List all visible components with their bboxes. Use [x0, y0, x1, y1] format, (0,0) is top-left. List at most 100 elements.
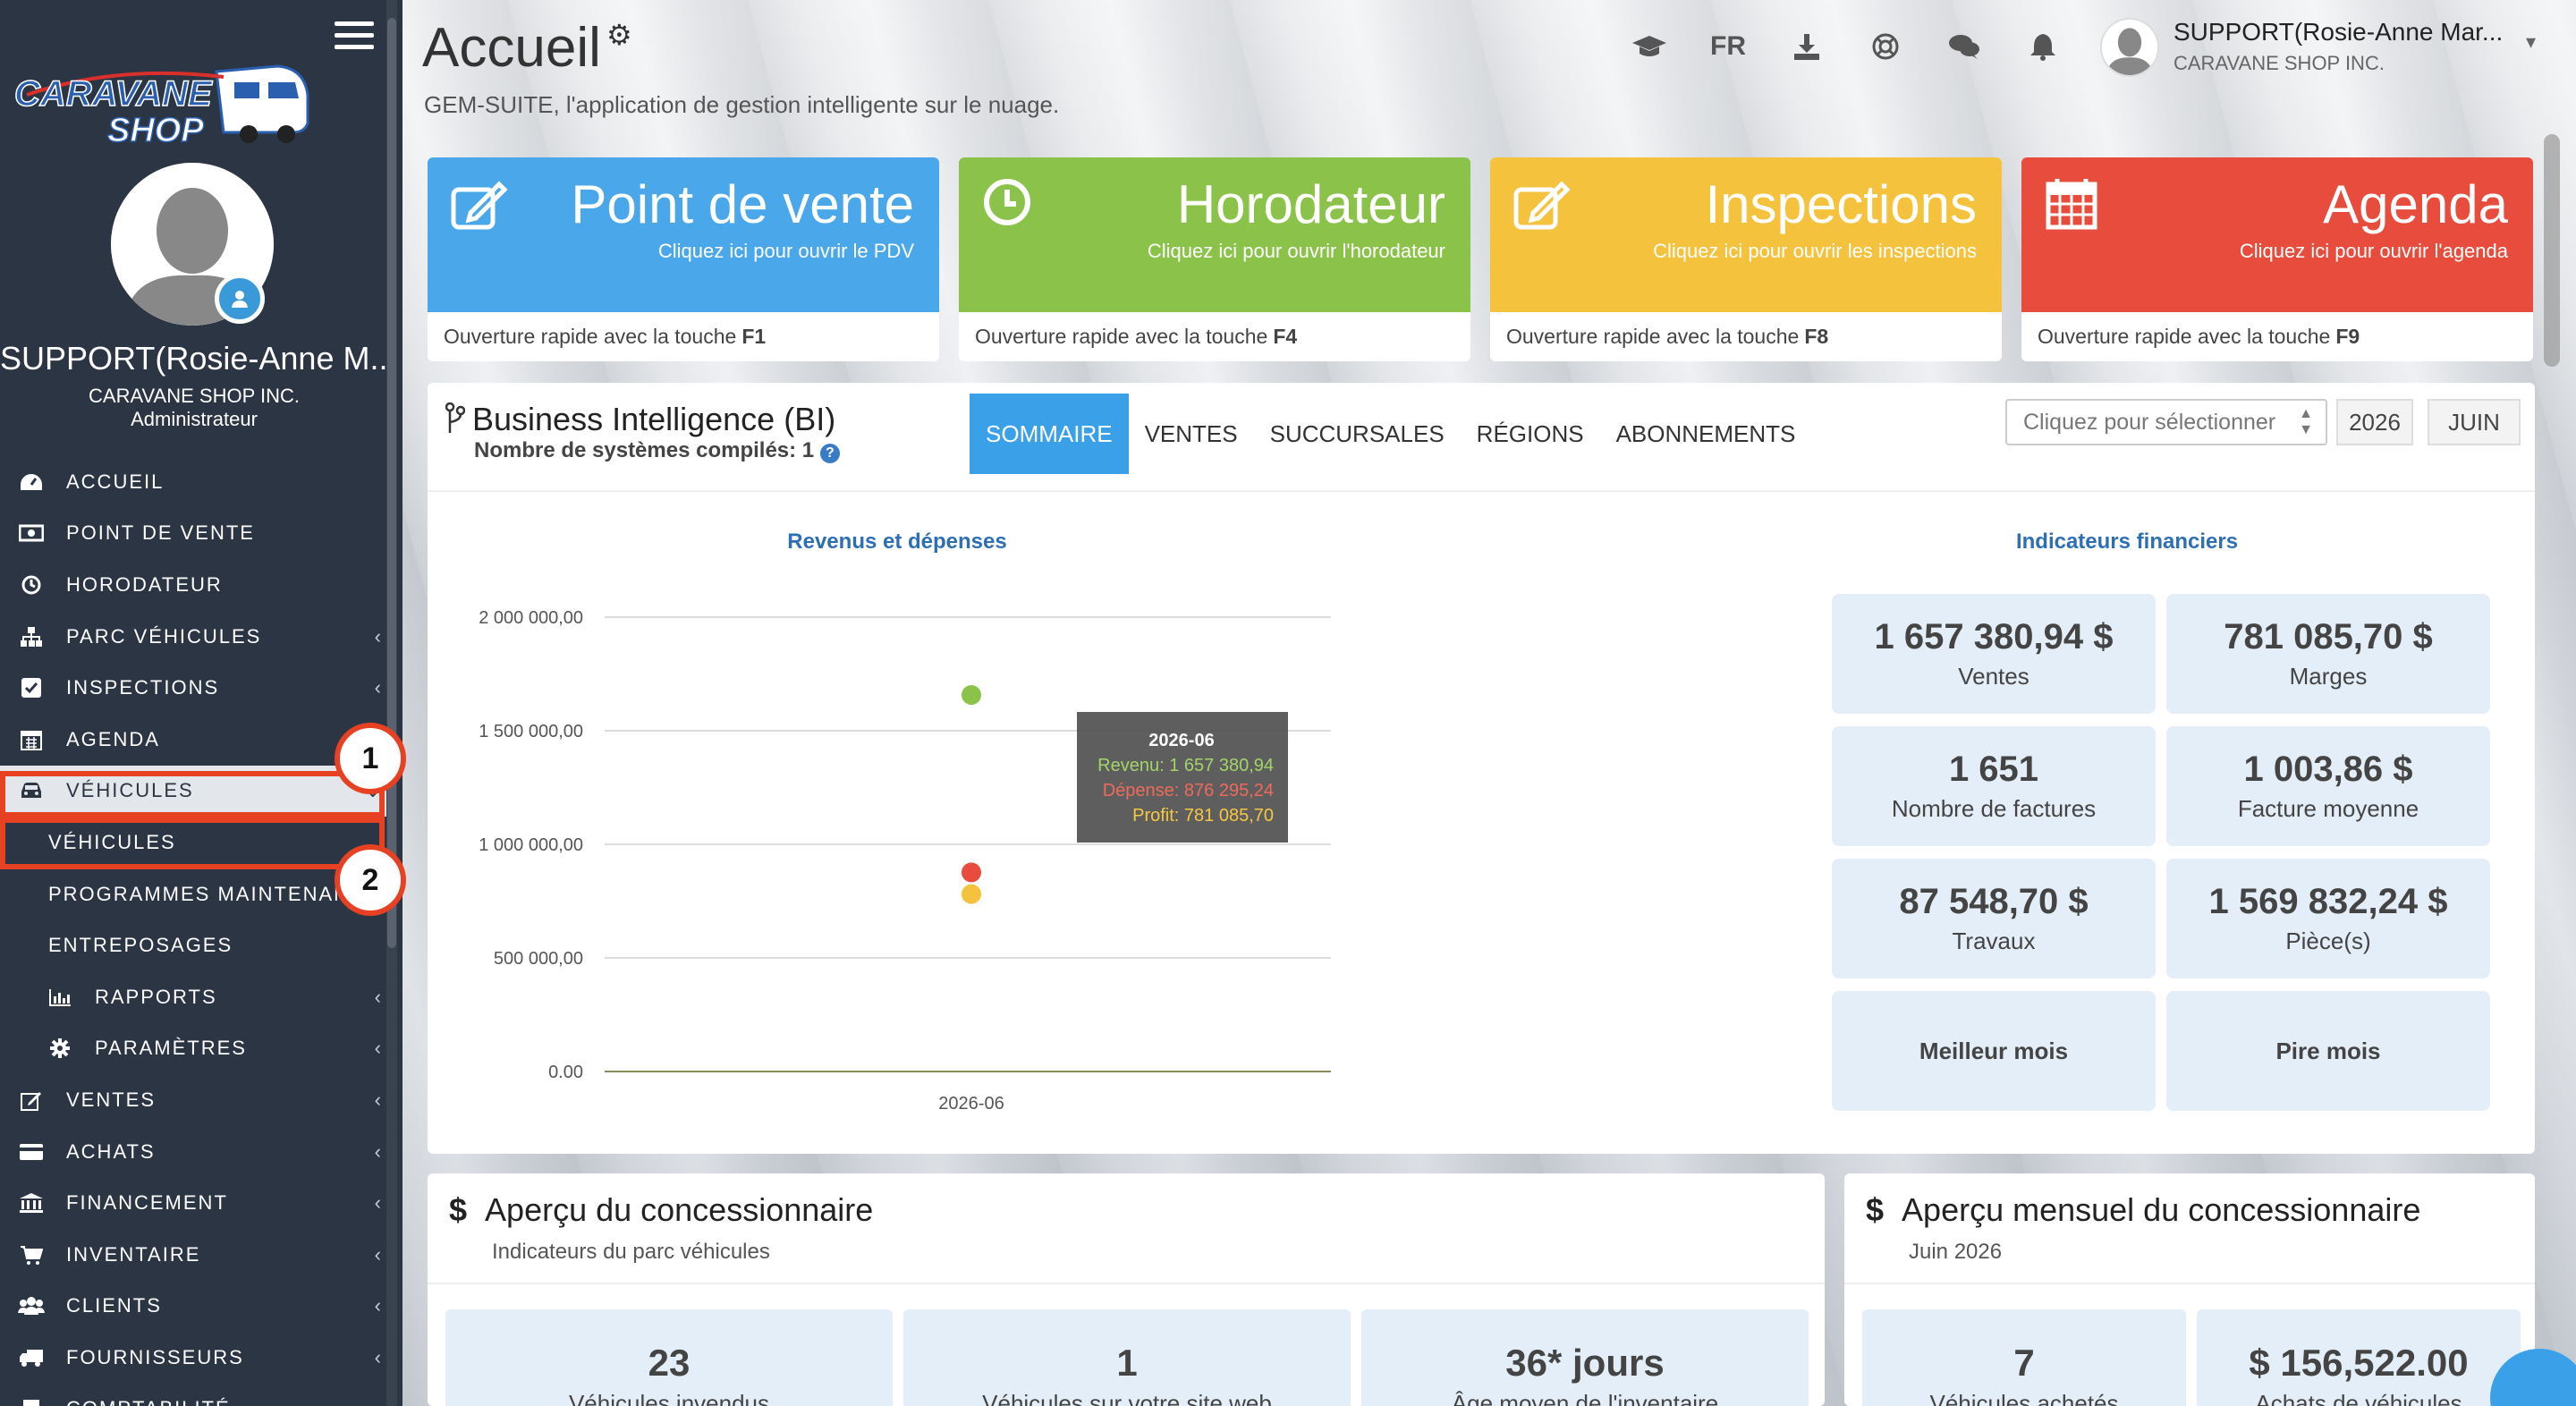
chevron-down-icon: ▾	[2526, 30, 2537, 53]
tile-title: Inspections	[1705, 174, 1977, 234]
financial-indicators-title: Indicateurs financiers	[2015, 529, 2239, 554]
month-select[interactable]: JUIN	[2428, 399, 2521, 445]
sidebar-user-company: CARAVANE SHOP INC.	[89, 385, 300, 407]
business-intelligence-panel: Business Intelligence (BI) Nombre de sys…	[428, 383, 2535, 1154]
dashboard-icon	[18, 471, 45, 493]
chat-icon[interactable]	[1925, 33, 2004, 60]
sidebar-item-financement[interactable]: FINANCEMENT ‹	[0, 1177, 394, 1229]
gear-icon[interactable]: ⚙	[606, 18, 632, 52]
cart-icon	[18, 1244, 45, 1266]
help-icon[interactable]: ?	[819, 444, 840, 463]
chart-title: Revenus et dépenses	[787, 529, 1007, 554]
y-tick-label: 2 000 000,00	[479, 608, 583, 628]
sidebar-subitem-parametres[interactable]: PARAMÈTRES ‹	[0, 1023, 394, 1075]
sidebar-scrollbar[interactable]	[386, 0, 397, 1406]
tile-point-de-vente[interactable]: Point de vente Cliquez ici pour ouvrir l…	[428, 157, 939, 361]
menu-toggle-icon[interactable]	[335, 21, 374, 54]
bi-subtitle: Nombre de systèmes compilés: 1 ?	[474, 438, 840, 463]
download-icon[interactable]	[1767, 32, 1846, 61]
edit-icon	[1513, 181, 1571, 230]
sidebar-item-clients[interactable]: CLIENTS ‹	[0, 1281, 394, 1333]
bank-icon	[18, 1192, 45, 1214]
callout-highlight-vehicules-submenu	[0, 817, 385, 869]
avatar	[2100, 18, 2159, 77]
sidebar-item-fournisseurs[interactable]: FOURNISSEURS ‹	[0, 1332, 394, 1384]
chevron-left-icon: ‹	[374, 1345, 381, 1368]
tab-sommaire[interactable]: SOMMAIRE	[970, 394, 1129, 474]
users-icon	[18, 1295, 45, 1317]
page-scrollbar[interactable]	[2544, 134, 2560, 367]
indicator-facture-moyenne: 1 003,86 $ Facture moyenne	[2166, 726, 2490, 846]
tile-title: Point de vente	[571, 174, 914, 234]
sidebar-item-comptabilite[interactable]: COMPTABILITÉ	[0, 1384, 394, 1406]
sidebar-item-inventaire[interactable]: INVENTAIRE ‹	[0, 1229, 394, 1281]
bar-chart-icon	[47, 987, 73, 1008]
sidebar-item-accueil[interactable]: ACCUEIL	[0, 456, 394, 508]
stat-unsold-vehicles[interactable]: 23 Véhicules invendus	[445, 1309, 893, 1406]
tab-regions[interactable]: RÉGIONS	[1461, 394, 1600, 474]
stat-vehicles-bought[interactable]: 7 Véhicules achetés	[1862, 1309, 2186, 1406]
monthly-overview-panel: $ Aperçu mensuel du concessionnaire Juin …	[1844, 1173, 2535, 1406]
sidebar-subitem-rapports[interactable]: RAPPORTS ‹	[0, 971, 394, 1023]
stat-inventory-age[interactable]: 36* jours Âge moyen de l'inventaire	[1361, 1309, 1809, 1406]
sidebar-item-parc-vehicules[interactable]: PARC VÉHICULES ‹	[0, 611, 394, 663]
bell-icon[interactable]	[2004, 32, 2082, 61]
indicator-meilleur-mois: Meilleur mois	[1832, 991, 2156, 1111]
indicator-ventes: 1 657 380,94 $ Ventes	[1832, 594, 2156, 714]
tab-abonnements[interactable]: ABONNEMENTS	[1600, 394, 1812, 474]
clock-icon	[18, 574, 45, 596]
x-tick-label: 2026-06	[938, 1094, 1004, 1114]
credit-card-icon	[18, 1141, 45, 1163]
edit-icon	[451, 181, 508, 230]
revenue-expense-chart[interactable]: 2 000 000,00 1 500 000,00 1 000 000,00 500 …	[428, 562, 1376, 1125]
graduation-cap-icon[interactable]	[1610, 33, 1689, 60]
tab-ventes[interactable]: VENTES	[1129, 394, 1254, 474]
company-logo[interactable]: CARAVANE SHOP	[9, 59, 313, 148]
callout-highlight-vehicules-menu	[0, 771, 385, 817]
topbar-icons: FR	[1610, 21, 2082, 72]
panel-subtitle: Indicateurs du parc véhicules	[492, 1240, 770, 1264]
year-select[interactable]: 2026	[2336, 399, 2413, 445]
checkbox-icon	[18, 677, 45, 699]
truck-icon	[18, 1347, 45, 1368]
branch-icon	[445, 402, 466, 443]
system-select[interactable]: Cliquez pour sélectionner ▲ ▼	[2005, 399, 2327, 445]
tile-horodateur[interactable]: Horodateur Cliquez ici pour ouvrir l'hor…	[959, 157, 1470, 361]
chevron-left-icon: ‹	[374, 985, 381, 1008]
sidebar-item-achats[interactable]: ACHATS ‹	[0, 1126, 394, 1178]
user-company: CARAVANE SHOP INC.	[2174, 52, 2385, 74]
callout-number-1: 1	[335, 723, 406, 794]
data-point-profit	[962, 884, 981, 904]
page-title: Accueil	[422, 17, 601, 79]
language-toggle[interactable]: FR	[1689, 31, 1767, 62]
data-point-revenu	[962, 685, 981, 706]
sidebar-item-point-de-vente[interactable]: POINT DE VENTE	[0, 508, 394, 560]
user-menu[interactable]: SUPPORT(Rosie-Anne Mar... CARAVANE SHOP …	[2100, 18, 2547, 80]
tab-succursales[interactable]: SUCCURSALES	[1254, 394, 1461, 474]
stat-website-vehicles[interactable]: 1 Véhicules sur votre site web	[903, 1309, 1351, 1406]
sidebar-item-horodateur[interactable]: HORODATEUR	[0, 559, 394, 611]
bi-tabs: SOMMAIRE VENTES SUCCURSALES RÉGIONS ABON…	[970, 394, 1811, 474]
sidebar-item-inspections[interactable]: INSPECTIONS ‹	[0, 662, 394, 714]
sidebar-subitem-entreposages[interactable]: ENTREPOSAGES	[0, 919, 394, 971]
tile-title: Agenda	[2323, 174, 2508, 234]
data-point-dépense	[962, 862, 981, 883]
chart-tooltip: 2026-06 Revenu: 1 657 380,94 Dépense: 87…	[1077, 712, 1288, 843]
callout-number-2: 2	[335, 844, 406, 916]
stat-vehicle-purchases[interactable]: $ 156,522.00 Achats de véhicules	[2197, 1309, 2521, 1406]
tile-agenda[interactable]: Agenda Cliquez ici pour ouvrir l'agenda …	[2021, 157, 2533, 361]
sidebar-item-ventes[interactable]: VENTES ‹	[0, 1074, 394, 1126]
calendar-icon	[2046, 179, 2097, 230]
tile-inspections[interactable]: Inspections Cliquez ici pour ouvrir les …	[1490, 157, 2002, 361]
sidebar: CARAVANE SHOP SUPPORT(Rosie-Anne M... CA…	[0, 0, 402, 1406]
svg-text:CARAVANE: CARAVANE	[14, 74, 213, 114]
tile-footer: Ouverture rapide avec la touche F1	[444, 325, 767, 348]
indicator-pire-mois: Pire mois	[2166, 991, 2490, 1111]
edit-icon	[18, 1089, 45, 1111]
panel-subtitle: Juin 2026	[1909, 1240, 2003, 1264]
tile-title: Horodateur	[1176, 174, 1445, 234]
divider	[428, 490, 2535, 492]
user-name: SUPPORT(Rosie-Anne Mar...	[2174, 18, 2504, 46]
lifebuoy-icon[interactable]	[1846, 32, 1925, 61]
caret-icon: ▲ ▼	[2299, 406, 2313, 437]
